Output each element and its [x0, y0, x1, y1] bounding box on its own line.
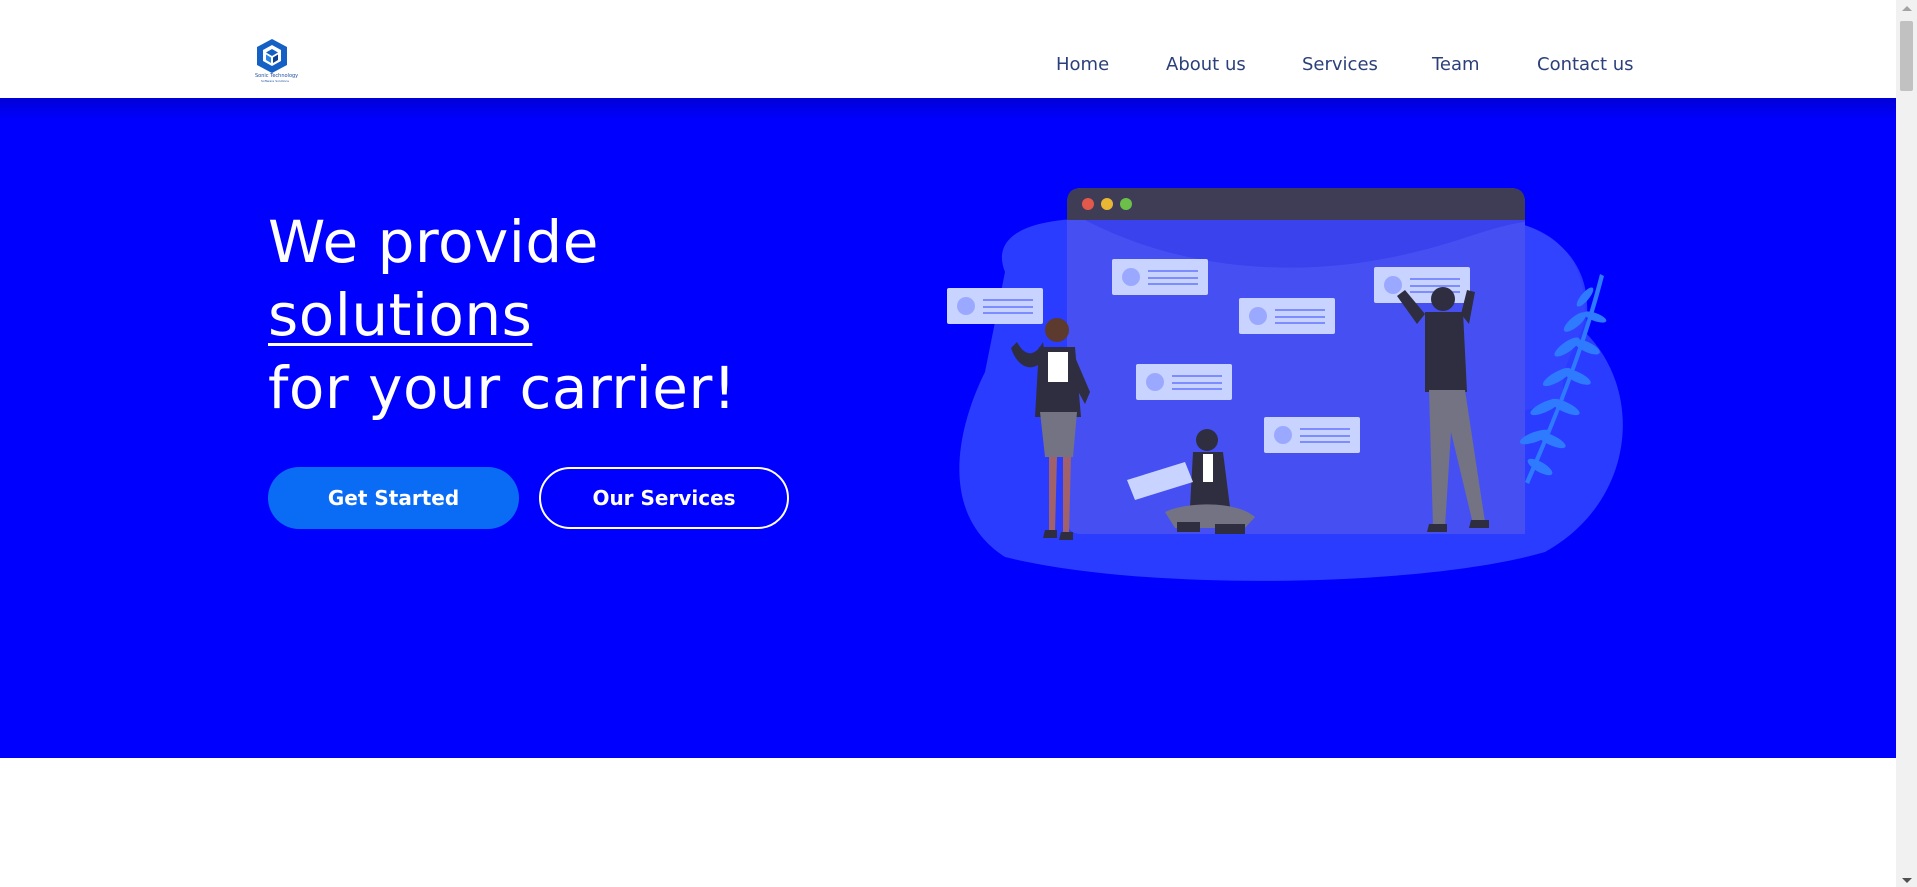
scrollbar-thumb[interactable] — [1900, 21, 1913, 91]
get-started-button[interactable]: Get Started — [268, 467, 519, 529]
vertical-scrollbar[interactable] — [1896, 0, 1917, 887]
nav-services[interactable]: Services — [1302, 54, 1378, 75]
scroll-down-icon[interactable] — [1902, 878, 1912, 883]
nav-about-us[interactable]: About us — [1166, 54, 1246, 75]
headline-line-2: solutions — [268, 281, 533, 349]
hero-headline: We provide solutions for your carrier! — [268, 206, 737, 425]
nav-team[interactable]: Team — [1432, 54, 1480, 75]
logo-tagline: Software Solutions — [261, 79, 289, 83]
nav-contact-us[interactable]: Contact us — [1537, 54, 1634, 75]
header-shadow — [0, 98, 1896, 120]
team-collaboration-illustration — [945, 182, 1625, 582]
scroll-up-icon[interactable] — [1902, 6, 1912, 11]
our-services-button[interactable]: Our Services — [539, 467, 789, 529]
headline-line-3: for your carrier! — [268, 354, 737, 422]
page: Sonic Technology Software Solutions Home… — [0, 0, 1896, 887]
site-header: Sonic Technology Software Solutions Home… — [0, 0, 1896, 98]
headline-line-1: We provide — [268, 208, 599, 276]
nav-home[interactable]: Home — [1056, 54, 1109, 75]
